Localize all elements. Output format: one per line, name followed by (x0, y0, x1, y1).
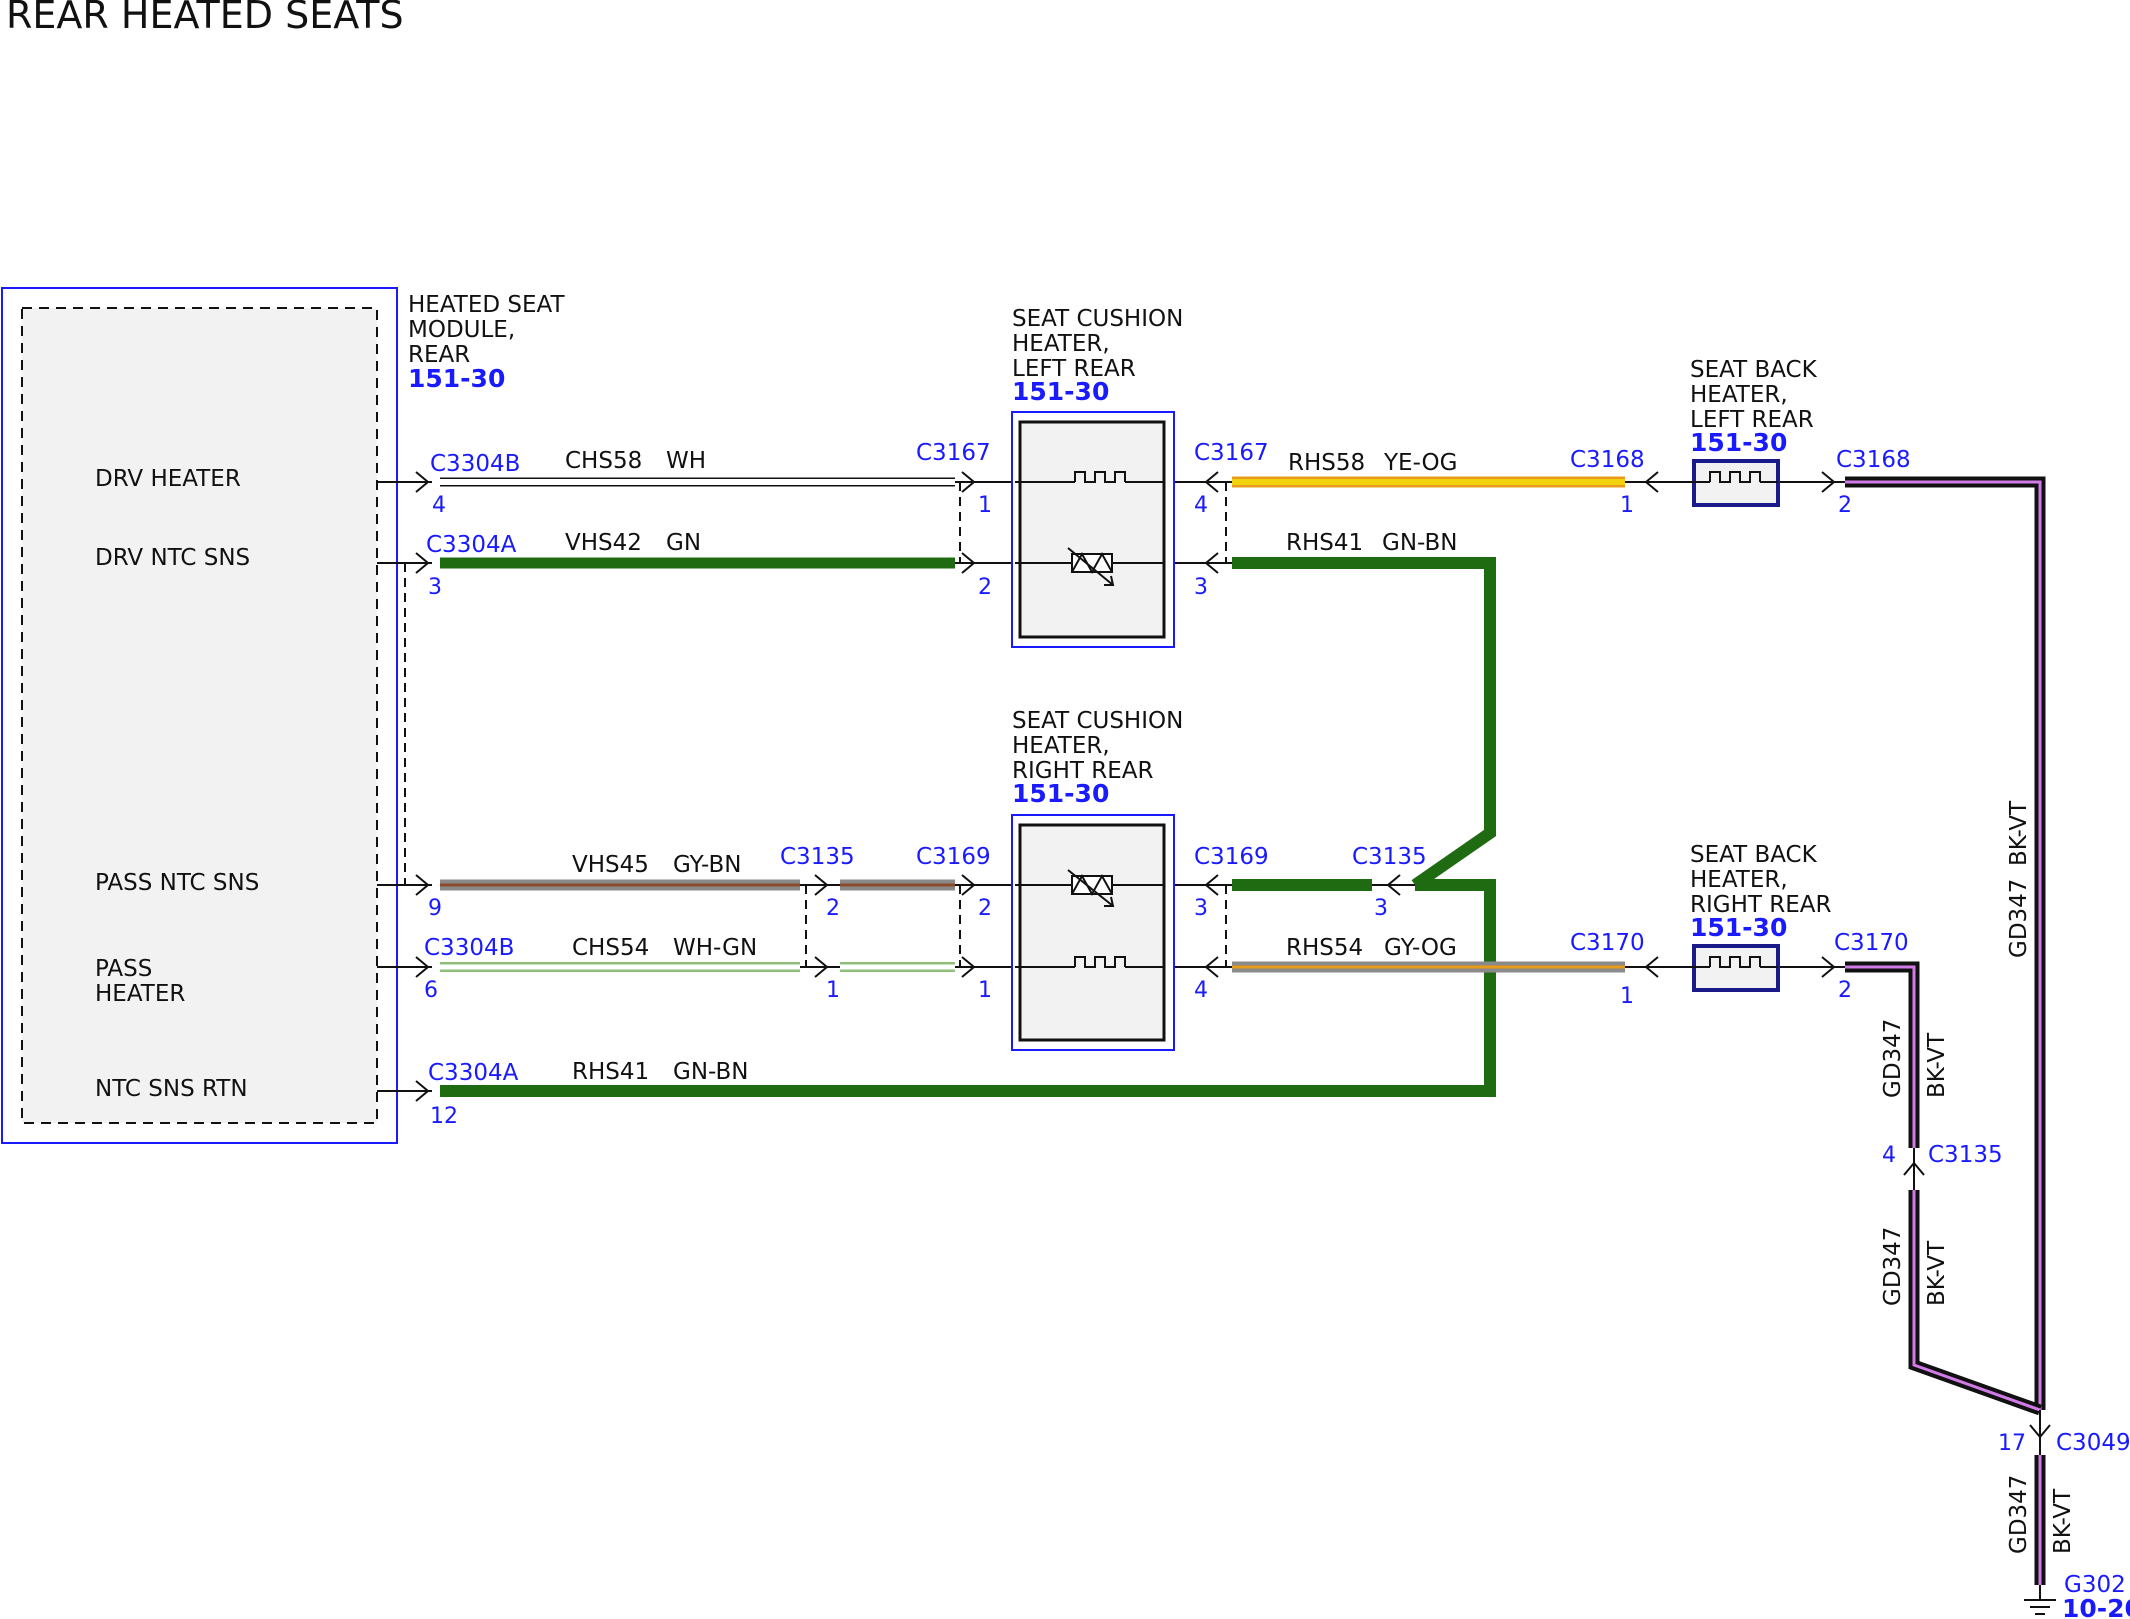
color-ye-og: YE-OG (1383, 450, 1457, 476)
pin-label-drv-heater: DRV HEATER (95, 466, 241, 492)
pin-2-c3167-left: 2 (978, 575, 992, 600)
color-gn-bn-bottom: GN-BN (673, 1059, 749, 1085)
connector-c3304b-bottom[interactable]: C3304B (424, 935, 514, 961)
connector-c3168-right[interactable]: C3168 (1836, 447, 1911, 473)
pin-1-c3168: 1 (1620, 493, 1634, 518)
pin-label-drv-ntc: DRV NTC SNS (95, 545, 250, 571)
circuit-chs58: CHS58 (565, 448, 642, 474)
color-gn-bn-top: GN-BN (1382, 530, 1458, 556)
color-bk-vt-main: BK-VT (2006, 800, 2032, 866)
module-label-line2: MODULE, (408, 317, 515, 343)
wiring-diagram: REAR HEATED SEATS HEATED SEAT MODULE, RE… (1, 0, 2130, 1619)
pin-1-c3170: 1 (1620, 984, 1634, 1009)
cushion-right-ref-link[interactable]: 151-30 (1012, 779, 1109, 808)
pin-4-c3167-right: 4 (1194, 493, 1208, 518)
circuit-gd347-main: GD347 (2006, 879, 2032, 958)
ground-g302-ref-link[interactable]: 10-20 (2062, 1594, 2130, 1619)
cushion-right-line2: HEATER, (1012, 733, 1110, 759)
cushion-left-ref-link[interactable]: 151-30 (1012, 377, 1109, 406)
inline-connectors (800, 471, 2056, 1615)
heated-seat-module-rear[interactable] (1, 287, 398, 1144)
circuit-rhs54: RHS54 (1286, 935, 1363, 961)
connector-c3135-left[interactable]: C3135 (780, 844, 855, 870)
back-left-line1: SEAT BACK (1690, 357, 1818, 383)
back-left-ref-link[interactable]: 151-30 (1690, 428, 1787, 457)
seat-back-heater-left-rear[interactable] (1690, 459, 1780, 507)
pin-3-c3304a: 3 (428, 575, 442, 600)
seat-cushion-heater-left-rear[interactable] (1011, 411, 1175, 648)
connector-c3170-left[interactable]: C3170 (1570, 930, 1645, 956)
back-right-ref-link[interactable]: 151-30 (1690, 913, 1787, 942)
color-wh-gn: WH-GN (673, 935, 757, 961)
circuit-rhs41-top: RHS41 (1286, 530, 1363, 556)
circuit-gd347-lower: GD347 (1880, 1227, 1906, 1306)
cushion-left-line1: SEAT CUSHION (1012, 306, 1183, 332)
pin-2-c3170: 2 (1838, 978, 1852, 1003)
module-ref-link[interactable]: 151-30 (408, 364, 505, 393)
circuit-rhs41-bottom: RHS41 (572, 1059, 649, 1085)
color-wh: WH (666, 448, 706, 474)
circuit-chs54: CHS54 (572, 935, 649, 961)
pin-9-c3304a: 9 (428, 896, 442, 921)
pin-4-c3135-vertical: 4 (1882, 1143, 1896, 1168)
pin-2-c3169-left: 2 (978, 896, 992, 921)
circuit-gd347-ground: GD347 (2006, 1475, 2032, 1554)
color-bk-vt-ground: BK-VT (2050, 1488, 2076, 1554)
pin-2-c3168: 2 (1838, 493, 1852, 518)
pin-17-c3049: 17 (1998, 1431, 2026, 1456)
circuit-vhs42: VHS42 (565, 530, 642, 556)
circuit-rhs58: RHS58 (1288, 450, 1365, 476)
seat-back-heater-right-rear[interactable] (1690, 944, 1780, 992)
pin-4-c3304b: 4 (432, 493, 446, 518)
pin-1-c3169-left: 1 (978, 978, 992, 1003)
connector-c3135-vertical[interactable]: C3135 (1928, 1142, 2003, 1168)
pin-label-pass-heater-2: HEATER (95, 981, 185, 1007)
page-title: REAR HEATED SEATS (6, 0, 404, 37)
back-right-line2: HEATER, (1690, 867, 1788, 893)
connector-c3304b-top[interactable]: C3304B (430, 451, 520, 477)
connector-c3135-right[interactable]: C3135 (1352, 844, 1427, 870)
connector-c3170-right[interactable]: C3170 (1834, 930, 1909, 956)
circuit-gd347-upper: GD347 (1880, 1019, 1906, 1098)
pin-3-c3169-right: 3 (1194, 896, 1208, 921)
back-left-line2: HEATER, (1690, 382, 1788, 408)
pin-3-c3167-right: 3 (1194, 575, 1208, 600)
color-gy-og: GY-OG (1384, 935, 1457, 961)
pin-label-pass-ntc: PASS NTC SNS (95, 870, 259, 896)
cushion-right-line1: SEAT CUSHION (1012, 708, 1183, 734)
connector-c3167-left[interactable]: C3167 (916, 440, 991, 466)
connector-c3304a-top[interactable]: C3304A (426, 532, 517, 558)
pin-12-c3304a: 12 (430, 1104, 458, 1129)
pin-4-c3169-right: 4 (1194, 978, 1208, 1003)
connector-c3168-left[interactable]: C3168 (1570, 447, 1645, 473)
color-gn: GN (666, 530, 701, 556)
module-label-line1: HEATED SEAT (408, 292, 565, 318)
color-bk-vt-lower: BK-VT (1924, 1240, 1950, 1306)
pin-1-c3135-left: 1 (826, 978, 840, 1003)
seat-cushion-heater-right-rear[interactable] (1011, 814, 1175, 1051)
connector-c3169-right[interactable]: C3169 (1194, 844, 1269, 870)
color-gy-bn: GY-BN (673, 852, 741, 878)
wire-rhs41-gn-bn[interactable] (440, 557, 1496, 1097)
connector-c3049[interactable]: C3049 (2056, 1430, 2130, 1456)
pin-1-c3167-left: 1 (978, 493, 992, 518)
connector-c3304a-bottom[interactable]: C3304A (428, 1060, 519, 1086)
pin-6-c3304b: 6 (424, 978, 438, 1003)
back-right-line1: SEAT BACK (1690, 842, 1818, 868)
pin-3-c3135-right: 3 (1374, 896, 1388, 921)
pin-2-c3135-left: 2 (826, 896, 840, 921)
connector-c3169-left[interactable]: C3169 (916, 844, 991, 870)
cushion-left-line2: HEATER, (1012, 331, 1110, 357)
connector-c3167-right[interactable]: C3167 (1194, 440, 1269, 466)
pin-label-ntc-rtn: NTC SNS RTN (95, 1076, 248, 1102)
circuit-vhs45: VHS45 (572, 852, 649, 878)
color-bk-vt-upper: BK-VT (1924, 1032, 1950, 1098)
pin-label-pass-heater-1: PASS (95, 956, 152, 982)
